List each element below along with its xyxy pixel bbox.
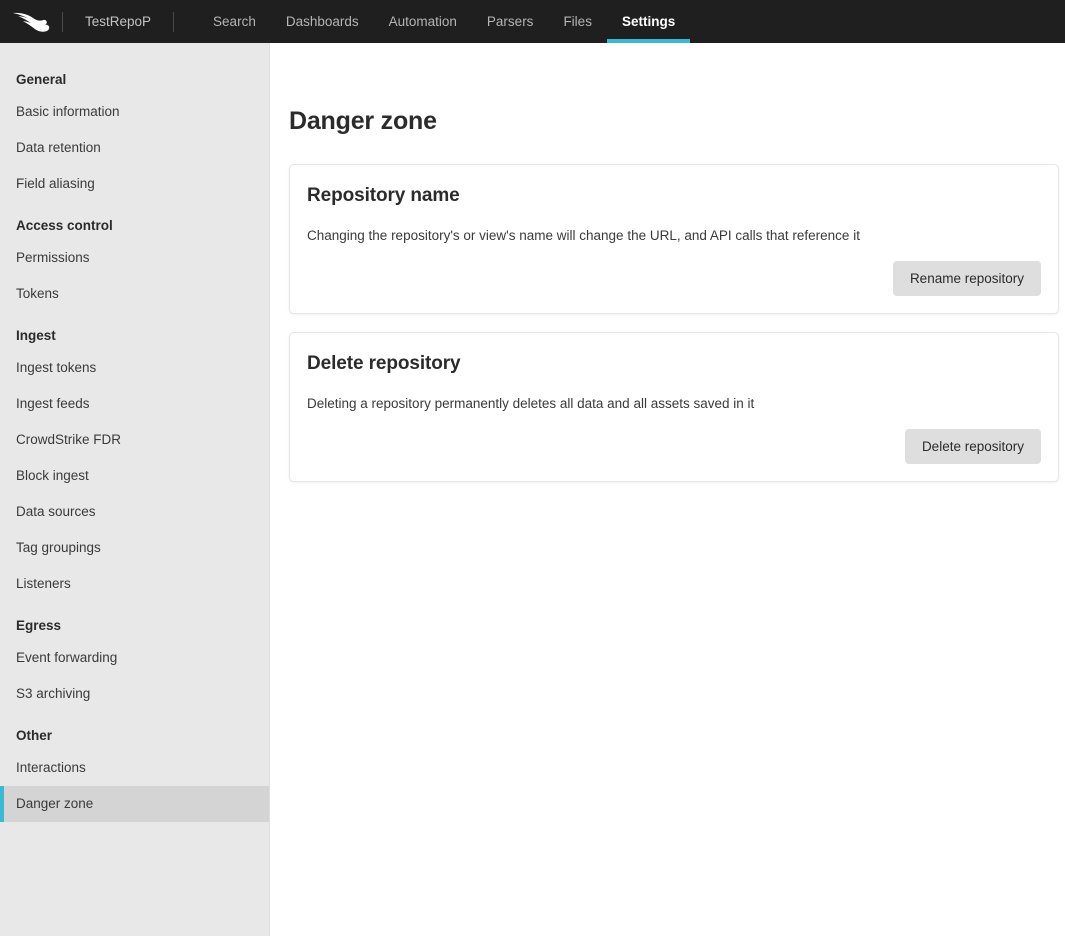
nav-item-settings[interactable]: Settings (607, 0, 690, 43)
sidebar-heading-egress: Egress (0, 602, 269, 640)
delete-repository-card-description: Deleting a repository permanently delete… (307, 394, 1041, 414)
sidebar-item-basic-information[interactable]: Basic information (0, 94, 269, 130)
sidebar-item-crowdstrike-fdr[interactable]: CrowdStrike FDR (0, 422, 269, 458)
delete-repository-card-actions: Delete repository (307, 429, 1041, 464)
delete-repository-card-title: Delete repository (307, 353, 1041, 375)
sidebar-item-event-forwarding[interactable]: Event forwarding (0, 640, 269, 676)
sidebar-item-ingest-tokens[interactable]: Ingest tokens (0, 350, 269, 386)
sidebar-item-tokens[interactable]: Tokens (0, 276, 269, 312)
page-body: General Basic information Data retention… (0, 43, 1065, 936)
sidebar-item-field-aliasing[interactable]: Field aliasing (0, 166, 269, 202)
nav-item-files[interactable]: Files (548, 0, 607, 43)
sidebar-item-danger-zone[interactable]: Danger zone (0, 786, 269, 822)
page-title: Danger zone (289, 107, 1065, 136)
sidebar-item-interactions[interactable]: Interactions (0, 750, 269, 786)
danger-zone-card-list: Repository name Changing the repository'… (289, 164, 1059, 482)
nav-item-parsers[interactable]: Parsers (472, 0, 549, 43)
sidebar-item-tag-groupings[interactable]: Tag groupings (0, 530, 269, 566)
sidebar-item-block-ingest[interactable]: Block ingest (0, 458, 269, 494)
nav-item-list: Search Dashboards Automation Parsers Fil… (198, 0, 690, 43)
repository-name-card-title: Repository name (307, 185, 1041, 207)
nav-item-dashboards[interactable]: Dashboards (271, 0, 374, 43)
delete-repository-button[interactable]: Delete repository (905, 429, 1041, 464)
repository-name-card-description: Changing the repository's or view's name… (307, 226, 1041, 246)
crowdstrike-falcon-logo-icon[interactable] (0, 0, 62, 43)
delete-repository-card: Delete repository Deleting a repository … (289, 332, 1059, 482)
main-content: Danger zone Repository name Changing the… (270, 43, 1065, 936)
sidebar-heading-ingest: Ingest (0, 312, 269, 350)
sidebar-item-s3-archiving[interactable]: S3 archiving (0, 676, 269, 712)
rename-repository-button[interactable]: Rename repository (893, 261, 1041, 296)
nav-item-automation[interactable]: Automation (374, 0, 472, 43)
sidebar-item-ingest-feeds[interactable]: Ingest feeds (0, 386, 269, 422)
sidebar-item-permissions[interactable]: Permissions (0, 240, 269, 276)
sidebar-heading-other: Other (0, 712, 269, 750)
sidebar-item-listeners[interactable]: Listeners (0, 566, 269, 602)
sidebar-item-data-sources[interactable]: Data sources (0, 494, 269, 530)
sidebar-heading-access-control: Access control (0, 202, 269, 240)
sidebar-item-data-retention[interactable]: Data retention (0, 130, 269, 166)
top-navigation-bar: TestRepoP Search Dashboards Automation P… (0, 0, 1065, 43)
repository-name-card-actions: Rename repository (307, 261, 1041, 296)
nav-item-search[interactable]: Search (198, 0, 271, 43)
repository-name-card: Repository name Changing the repository'… (289, 164, 1059, 314)
settings-sidebar: General Basic information Data retention… (0, 43, 270, 936)
nav-divider-right (173, 12, 174, 32)
current-repository-name[interactable]: TestRepoP (63, 0, 173, 43)
sidebar-heading-general: General (0, 57, 269, 94)
